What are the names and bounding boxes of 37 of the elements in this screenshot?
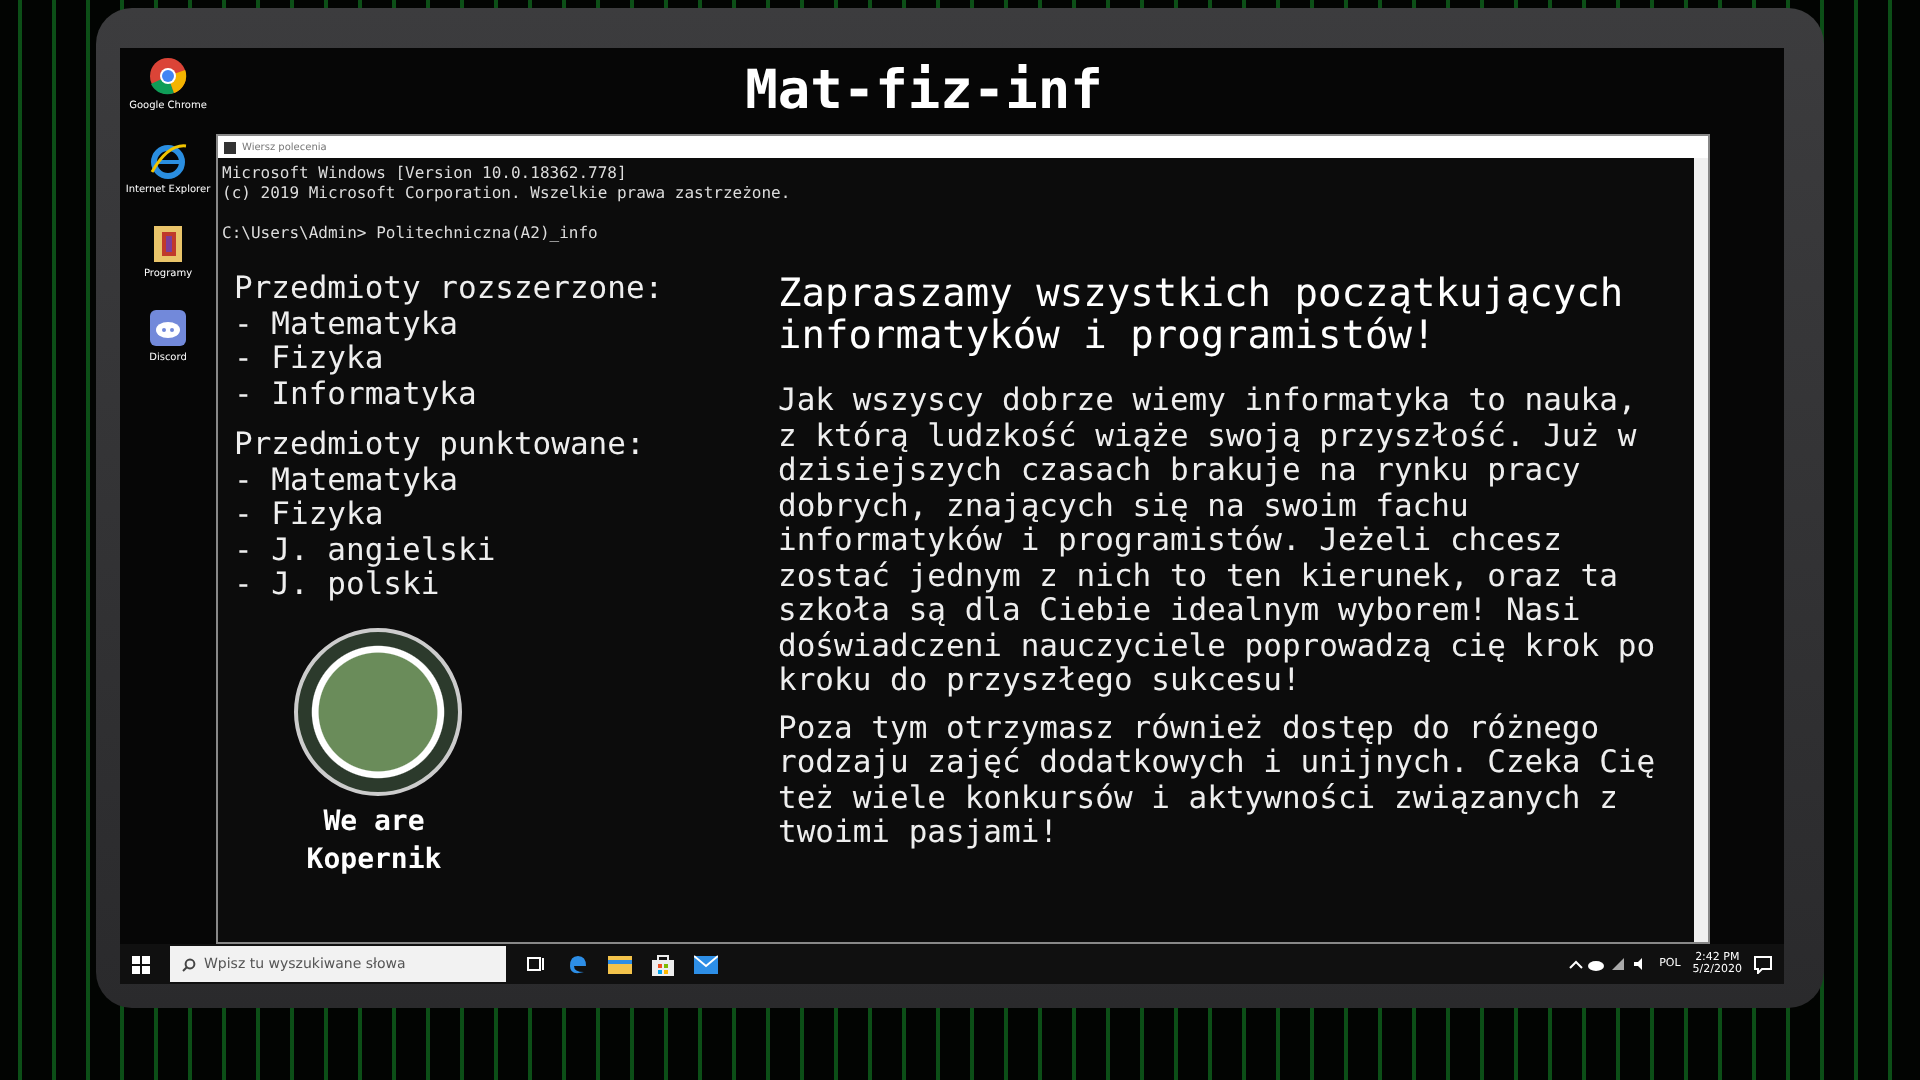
subject-item: - J. polski — [234, 568, 440, 603]
console-line: Microsoft Windows [Version 10.0.18362.778] — [222, 164, 629, 184]
subject-item: - Informatyka — [234, 377, 479, 412]
subject-item: - Matematyka — [234, 307, 460, 342]
subject-item: - J. angielski — [234, 533, 498, 568]
subject-heading: Przedmioty punktowane: — [234, 428, 647, 463]
folder-icon — [608, 954, 632, 974]
mail-icon — [694, 954, 718, 974]
console-icon — [224, 141, 236, 153]
description-paragraph: Jak wszyscy dobrze wiemy informatyka to nauka, z którą ludzkość wiąże swoją przyszłość. Już w dzisiejszych czasach brakuje na rynku pracy dobrych, znających się na swoim fachu informatyków i programistów. Jeżeli chcesz zostać jednym z nich to ten kierunek, oraz ta szkoła są dla Ciebie idealnym wyborem! Nasi doświadczeni nauczyciele poprowadzą cię krok po kroku do przyszłego sukcesu! — [778, 384, 1658, 699]
task-view-icon — [526, 954, 546, 974]
taskbar-app[interactable] — [608, 954, 632, 974]
taskbar-app[interactable] — [694, 954, 718, 974]
scrollbar[interactable] — [1694, 158, 1708, 942]
page-title: Mat-fiz-inf — [745, 60, 1103, 122]
logo-caption: We are Kopernik — [304, 803, 444, 879]
chrome-icon — [148, 56, 188, 96]
console-line: (c) 2019 Microsoft Corporation. Wszelkie prawa zastrzeżone. — [222, 184, 793, 204]
ie-icon — [147, 140, 188, 180]
description-paragraph: Poza tym otrzymasz również dostęp do różnego rodzaju zajęć dodatkowych i unijnych. Czeka Cię też wiele konkursów i aktywności związanych z twoimi pasjami! — [778, 711, 1658, 851]
taskbar-app[interactable] — [526, 954, 546, 974]
search-icon — [182, 957, 196, 971]
command-prompt: C:\Users\Admin> Politechniczna(A2)_info — [222, 224, 600, 244]
taskbar-app[interactable] — [652, 953, 674, 975]
start-button[interactable] — [132, 955, 150, 973]
subject-item: - Fizyka — [234, 342, 384, 377]
discord-icon — [148, 308, 188, 348]
notifications-icon[interactable] — [1754, 955, 1772, 973]
edge-icon — [566, 953, 588, 975]
book-icon — [152, 224, 184, 264]
tray-icons-drawing — [1567, 956, 1648, 972]
windows-icon — [132, 955, 150, 973]
subject-item: - Fizyka — [234, 498, 384, 533]
subject-item: - Matematyka — [234, 463, 460, 498]
subject-heading: Przedmioty rozszerzone: — [234, 272, 666, 307]
invitation-heading: Zapraszamy wszystkich początkujących informatyków i programistów! — [778, 272, 1626, 356]
shopping-bag-icon — [652, 953, 674, 975]
